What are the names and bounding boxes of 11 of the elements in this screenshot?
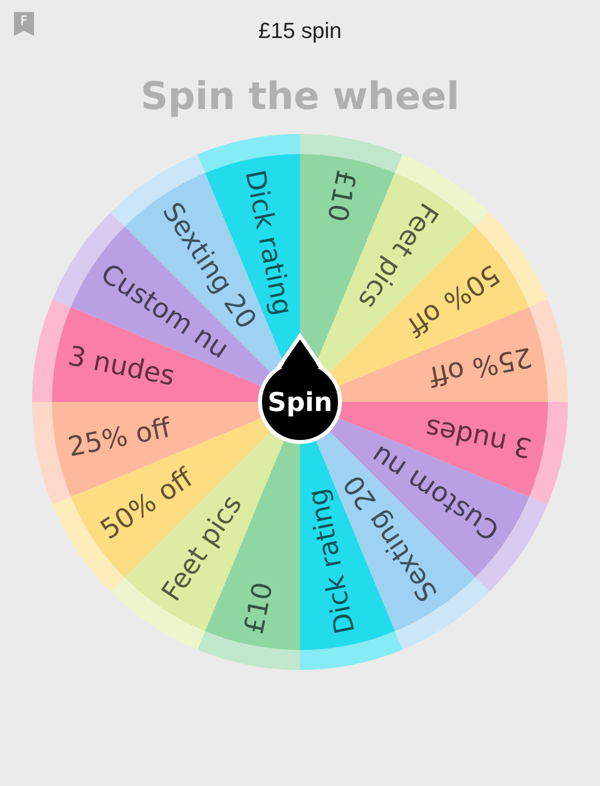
heading: Spin the wheel (140, 74, 460, 118)
segment-label: 25% off (66, 412, 174, 464)
page-title: £15 spin (258, 18, 342, 45)
segment-label: 25% off (426, 340, 534, 392)
segment-label: 50% off (95, 462, 199, 546)
segment-label: 50% off (401, 258, 505, 342)
segment-label: £10 (238, 580, 280, 636)
bookmark-badge: F (14, 12, 34, 36)
segment-label: 3 nudes (66, 340, 178, 392)
segment-label: £10 (320, 168, 362, 224)
segment-label: 3 nudes (422, 412, 534, 464)
